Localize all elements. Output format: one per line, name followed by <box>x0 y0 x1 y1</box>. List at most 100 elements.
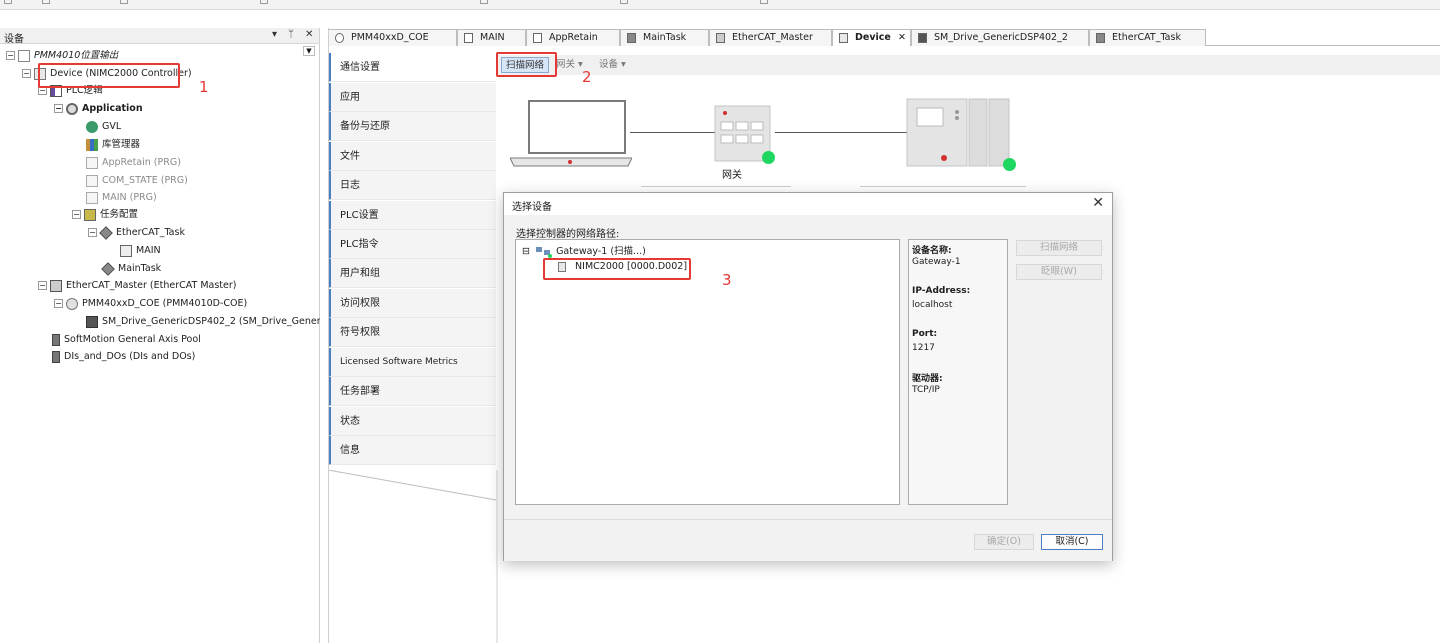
nav-plc-settings[interactable]: PLC设置 <box>328 201 496 230</box>
tree-item-ethercat-master[interactable]: − EtherCAT_Master (EtherCAT Master) <box>38 277 236 294</box>
task-config-icon <box>84 208 96 221</box>
nav-users-groups[interactable]: 用户和组 <box>328 259 496 288</box>
editor-left-border <box>328 28 329 643</box>
network-path-label: 选择控制器的网络路径: <box>516 229 620 240</box>
program-icon <box>86 156 98 169</box>
dialog-scan-network-button[interactable]: 扫描网络 <box>1016 240 1102 256</box>
pin-icon[interactable]: ᛘ <box>288 29 294 40</box>
tree-item-gvl[interactable]: GVL <box>86 118 121 135</box>
nav-log[interactable]: 日志 <box>328 171 496 200</box>
slave-device-icon <box>66 297 78 310</box>
tab-device[interactable]: Device ✕ <box>832 29 911 46</box>
wink-button[interactable]: 眨眼(W) <box>1016 264 1102 280</box>
nav-backup-restore[interactable]: 备份与还原 <box>328 112 496 141</box>
close-icon[interactable]: ✕ <box>898 30 906 45</box>
tab-label: AppRetain <box>549 32 598 43</box>
collapse-icon[interactable]: − <box>38 281 47 290</box>
device-icon <box>335 33 344 43</box>
annotation-number-2: 2 <box>582 68 592 86</box>
collapse-icon[interactable]: − <box>88 228 97 237</box>
collapse-icon[interactable]: − <box>6 51 15 60</box>
nav-plc-commands[interactable]: PLC指令 <box>328 230 496 259</box>
info-ip-value: localhost <box>912 300 953 310</box>
tree-item-label: MainTask <box>118 263 162 274</box>
task-icon <box>1096 33 1105 43</box>
tree-item-dis-dos[interactable]: DIs_and_DOs (DIs and DOs) <box>52 348 195 365</box>
io-icon <box>52 350 60 363</box>
tree-item-main[interactable]: MAIN <box>120 242 161 259</box>
tree-item-ethercat-task[interactable]: − EtherCAT_Task <box>88 224 185 241</box>
tab-main[interactable]: MAIN <box>457 29 526 46</box>
tree-item-label: COM_STATE (PRG) <box>102 175 188 186</box>
gateway-menu[interactable]: 网关 ▾ <box>556 57 583 73</box>
toolbar-fragment <box>620 0 628 4</box>
tree-item-softmotion-pool[interactable]: SoftMotion General Axis Pool <box>52 331 201 348</box>
device-menu[interactable]: 设备 ▾ <box>599 57 626 73</box>
chevron-down-icon[interactable]: ▼ <box>303 46 315 56</box>
tree-item-task-config[interactable]: − 任务配置 <box>72 206 138 223</box>
nav-information[interactable]: 信息 <box>328 436 496 465</box>
tab-appretain[interactable]: AppRetain <box>526 29 620 46</box>
nav-comm-settings[interactable]: 通信设置 <box>328 53 496 82</box>
chevron-down-icon: ▾ <box>621 59 626 70</box>
tree-item-label: MAIN <box>136 245 161 256</box>
tree-item-gateway[interactable]: ⊟ Gateway-1 (扫描...) <box>522 243 646 258</box>
tree-item-label: PMM40xxD_COE (PMM4010D-COE) <box>82 298 248 309</box>
nav-licensed-metrics[interactable]: Licensed Software Metrics <box>328 348 496 377</box>
tab-ethercat-master[interactable]: EtherCAT_Master <box>709 29 832 46</box>
tab-label: MainTask <box>643 32 687 43</box>
tab-label: EtherCAT_Master <box>732 32 813 43</box>
top-toolbar-strip <box>0 0 1440 10</box>
collapse-icon[interactable]: − <box>54 104 63 113</box>
info-ip-key: IP-Address: <box>912 286 971 296</box>
toolbar-fragment <box>120 0 128 4</box>
panel-menu-button[interactable]: ▾ <box>272 29 277 40</box>
tree-item-sm-drive[interactable]: SM_Drive_GenericDSP402_2 (SM_Drive_Gener… <box>86 313 320 330</box>
tree-item-label: PMM4010位置输出 <box>34 50 119 61</box>
nav-files[interactable]: 文件 <box>328 142 496 171</box>
ok-button[interactable]: 确定(O) <box>974 534 1034 550</box>
collapse-icon[interactable]: ⊟ <box>522 246 532 257</box>
toolbar-fragment <box>42 0 50 4</box>
globe-icon <box>86 120 98 133</box>
collapse-icon[interactable]: − <box>54 299 63 308</box>
close-icon[interactable]: ✕ <box>1092 195 1104 211</box>
toolbar-fragment <box>260 0 268 4</box>
gateway-status-indicator <box>762 151 775 164</box>
controller-status-indicator <box>1003 158 1016 171</box>
gateway-menu-label: 网关 <box>556 59 576 70</box>
tab-label: Device <box>855 32 891 43</box>
tree-item-pmm40xxd-coe[interactable]: − PMM40xxD_COE (PMM4010D-COE) <box>54 295 247 312</box>
nav-application[interactable]: 应用 <box>328 83 496 112</box>
gear-icon <box>66 102 78 115</box>
ethercat-master-icon <box>50 279 62 292</box>
tree-item-appretain[interactable]: AppRetain (PRG) <box>86 154 181 171</box>
tab-sm-drive[interactable]: SM_Drive_GenericDSP402_2 <box>911 29 1089 46</box>
tab-maintask[interactable]: MainTask <box>620 29 709 46</box>
annotation-box-device <box>38 63 180 88</box>
tree-item-main-prg[interactable]: MAIN (PRG) <box>86 189 157 206</box>
tab-pmm40xxd-coe[interactable]: PMM40xxD_COE <box>328 29 457 46</box>
toolbar-fragment <box>4 0 12 4</box>
tree-item-application[interactable]: − Application <box>54 100 143 117</box>
nav-task-deployment[interactable]: 任务部署 <box>328 377 496 406</box>
tree-item-com-state[interactable]: COM_STATE (PRG) <box>86 172 188 189</box>
device-menu-label: 设备 <box>599 59 619 70</box>
nav-symbol-rights[interactable]: 符号权限 <box>328 318 496 347</box>
tree-item-project[interactable]: − PMM4010位置输出 <box>6 47 118 64</box>
collapse-icon[interactable]: − <box>22 69 31 78</box>
tree-item-library-manager[interactable]: 库管理器 <box>86 136 140 153</box>
connection-line <box>630 132 715 133</box>
nav-access-rights[interactable]: 访问权限 <box>328 289 496 318</box>
cancel-button[interactable]: 取消(C) <box>1041 534 1103 550</box>
controller-device-icon[interactable] <box>905 98 1011 168</box>
nav-status[interactable]: 状态 <box>328 407 496 436</box>
tree-item-label: SoftMotion General Axis Pool <box>64 334 201 345</box>
task-icon <box>101 261 115 276</box>
tree-item-maintask[interactable]: MainTask <box>101 260 162 277</box>
collapse-icon[interactable]: − <box>72 210 81 219</box>
close-icon[interactable]: ✕ <box>305 29 313 40</box>
ethercat-master-icon <box>716 33 725 43</box>
editor-tab-bar: PMM40xxD_COE MAIN AppRetain MainTask Eth… <box>328 29 1440 46</box>
tab-ethercat-task[interactable]: EtherCAT_Task <box>1089 29 1206 46</box>
